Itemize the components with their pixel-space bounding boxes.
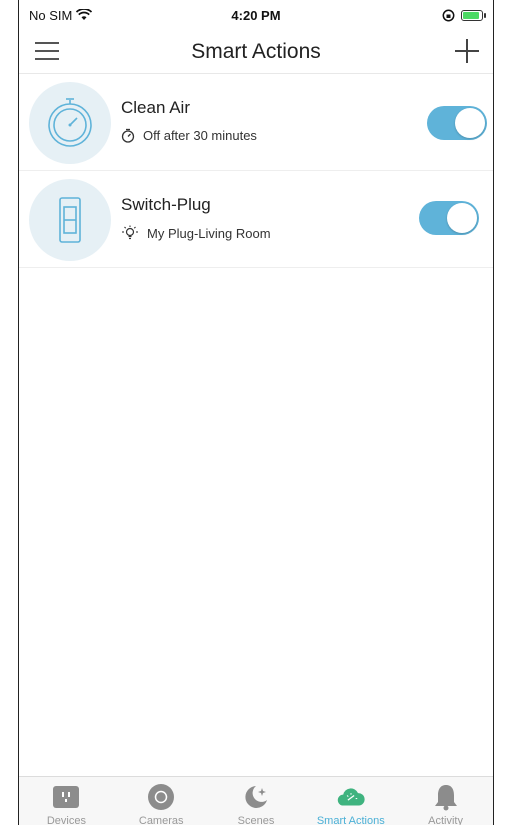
action-detail: My Plug-Living Room [121, 225, 271, 241]
action-toggle[interactable] [419, 201, 479, 235]
menu-line-icon [35, 50, 59, 52]
stopwatch-icon [48, 98, 92, 147]
orientation-lock-icon [442, 9, 455, 21]
menu-button[interactable] [35, 42, 59, 62]
status-time: 4:20 PM [231, 7, 281, 23]
action-avatar [29, 82, 111, 164]
list-item[interactable]: Clean Air Off after 30 minutes [19, 74, 493, 171]
tab-label: Devices [46, 815, 86, 825]
add-action-button[interactable] [455, 39, 479, 63]
camera-icon [147, 783, 175, 811]
menu-line-icon [35, 58, 59, 60]
toggle-knob [447, 203, 477, 233]
switch-icon [59, 197, 81, 243]
tab-label: Smart Actions [316, 815, 385, 825]
bulb-icon [122, 225, 138, 240]
action-toggle[interactable] [427, 106, 487, 140]
tab-label: Cameras [138, 815, 184, 825]
battery-icon [461, 9, 486, 21]
tab-cameras[interactable]: Cameras [116, 777, 206, 825]
smart-actions-icon [337, 783, 365, 811]
plug-icon [52, 783, 80, 811]
page-title: Smart Actions [191, 39, 321, 63]
list-item[interactable]: Switch-Plug My Plug-Living Room [19, 171, 493, 268]
action-detail: Off after 30 minutes [121, 128, 257, 143]
tab-label: Scenes [237, 815, 275, 825]
timer-icon [121, 128, 135, 143]
nav-bar: Smart Actions [19, 30, 493, 74]
app-frame: No SIM 4:20 PM Smart Actions Clean Air O… [18, 0, 494, 825]
action-name: Clean Air [121, 98, 190, 117]
wifi-icon [76, 9, 93, 20]
tab-smart-actions[interactable]: Smart Actions [306, 777, 396, 825]
status-bar: No SIM 4:20 PM [19, 0, 493, 30]
menu-line-icon [35, 42, 59, 44]
action-detail-text: Off after 30 minutes [143, 128, 257, 143]
smart-actions-list: Clean Air Off after 30 minutes Switch-Pl… [19, 74, 493, 268]
toggle-knob [455, 108, 485, 138]
status-right [442, 9, 486, 22]
action-name: Switch-Plug [121, 195, 211, 214]
tab-devices[interactable]: Devices [21, 777, 111, 825]
carrier-label: No SIM [29, 7, 73, 23]
bell-icon [432, 783, 460, 811]
action-detail-text: My Plug-Living Room [147, 225, 271, 241]
action-avatar [29, 179, 111, 261]
carrier-group: No SIM [29, 7, 93, 23]
moon-icon [242, 783, 270, 811]
tab-label: Activity [428, 815, 463, 825]
tab-scenes[interactable]: Scenes [211, 777, 301, 825]
tab-bar: Devices Cameras Scenes Smart Actions Act… [19, 776, 493, 825]
tab-activity[interactable]: Activity [401, 777, 491, 825]
